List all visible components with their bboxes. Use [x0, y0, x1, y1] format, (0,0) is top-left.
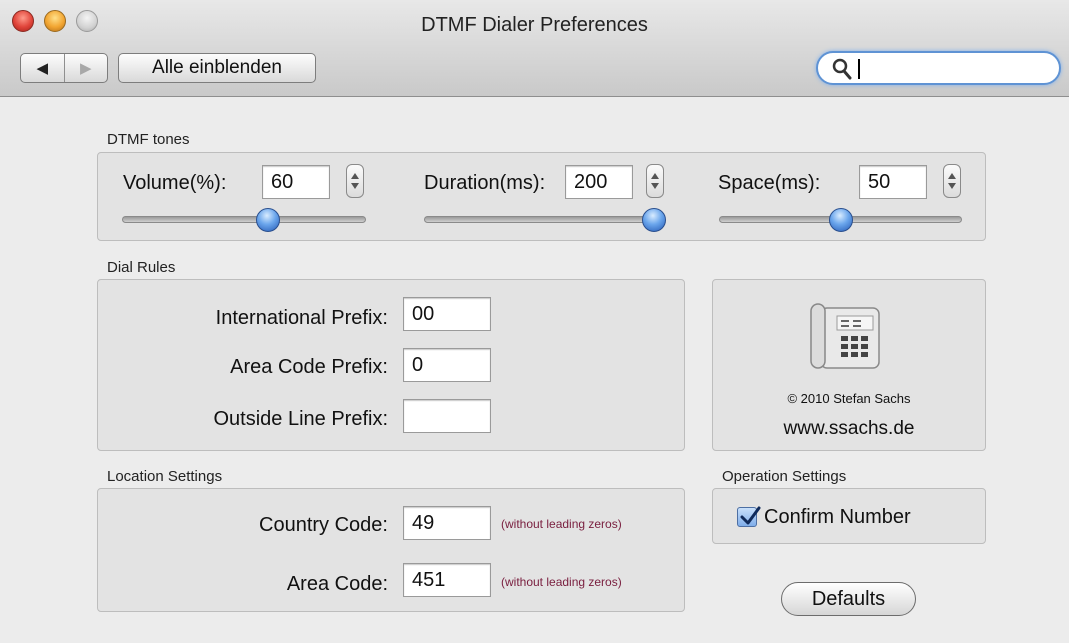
duration-field[interactable]: 200	[565, 165, 633, 199]
location-settings-group-label: Location Settings	[107, 468, 223, 485]
international-prefix-label: International Prefix:	[215, 307, 388, 329]
back-button[interactable]: ◀	[21, 54, 65, 82]
show-all-button[interactable]: Alle einblenden	[118, 53, 316, 83]
volume-stepper[interactable]	[346, 164, 364, 198]
space-slider-knob[interactable]	[828, 208, 853, 232]
duration-slider-track	[424, 216, 654, 223]
country-code-label: Country Code:	[259, 514, 388, 536]
toolbar: DTMF Dialer Preferences ◀ ▶ Alle einblen…	[0, 0, 1069, 97]
nav-segmented-control: ◀ ▶	[20, 53, 108, 83]
confirm-number-label[interactable]: Confirm Number	[764, 506, 911, 529]
space-label: Space(ms):	[718, 172, 821, 194]
area-code-hint: (without leading zeros)	[501, 575, 622, 589]
duration-slider-knob[interactable]	[642, 208, 666, 232]
space-field[interactable]: 50	[859, 165, 927, 199]
forward-arrow-icon: ▶	[79, 60, 92, 77]
duration-stepper[interactable]	[646, 164, 664, 198]
operation-settings-group: Confirm Number	[712, 488, 986, 544]
dial-rules-group-label: Dial Rules	[107, 259, 176, 276]
confirm-number-checkbox[interactable]	[737, 506, 761, 527]
search-field-container	[816, 51, 1061, 85]
area-code-prefix-field[interactable]: 0	[403, 348, 491, 382]
space-slider[interactable]	[719, 208, 962, 232]
back-arrow-icon: ◀	[36, 60, 49, 77]
window-title: DTMF Dialer Preferences	[421, 14, 648, 36]
dtmf-tones-group-label: DTMF tones	[107, 131, 190, 148]
area-code-label: Area Code:	[286, 573, 388, 595]
search-icon	[832, 58, 852, 85]
duration-slider[interactable]	[424, 208, 666, 232]
forward-button[interactable]: ▶	[65, 54, 108, 82]
volume-label: Volume(%):	[123, 172, 227, 194]
outside-line-prefix-label: Outside Line Prefix:	[213, 408, 388, 430]
volume-slider-track	[122, 216, 366, 223]
text-caret	[858, 59, 860, 79]
dial-rules-group: International Prefix: 00 Area Code Prefi…	[97, 279, 685, 451]
country-code-hint: (without leading zeros)	[501, 517, 622, 531]
copyright-text: © 2010 Stefan Sachs	[787, 391, 911, 406]
volume-slider[interactable]	[122, 208, 366, 232]
international-prefix-field[interactable]: 00	[403, 297, 491, 331]
dtmf-tones-group: Volume(%): 60 Duration(ms): 200 Space(ms…	[97, 152, 986, 241]
area-code-prefix-label: Area Code Prefix:	[230, 356, 388, 378]
location-settings-group: Country Code: 49 (without leading zeros)…	[97, 488, 685, 612]
telephone-icon	[805, 300, 885, 377]
volume-slider-knob[interactable]	[256, 208, 281, 232]
volume-field[interactable]: 60	[262, 165, 330, 199]
duration-label: Duration(ms):	[424, 172, 546, 194]
space-stepper[interactable]	[943, 164, 961, 198]
operation-settings-group-label: Operation Settings	[722, 468, 847, 485]
country-code-field[interactable]: 49	[403, 506, 491, 540]
defaults-button[interactable]: Defaults	[781, 582, 916, 616]
checkmark-icon	[740, 506, 761, 525]
website-link[interactable]: www.ssachs.de	[713, 418, 985, 440]
outside-line-prefix-field[interactable]	[403, 399, 491, 433]
preferences-window: DTMF Dialer Preferences ◀ ▶ Alle einblen…	[0, 0, 1069, 643]
area-code-field[interactable]: 451	[403, 563, 491, 597]
search-input[interactable]	[856, 57, 1051, 79]
